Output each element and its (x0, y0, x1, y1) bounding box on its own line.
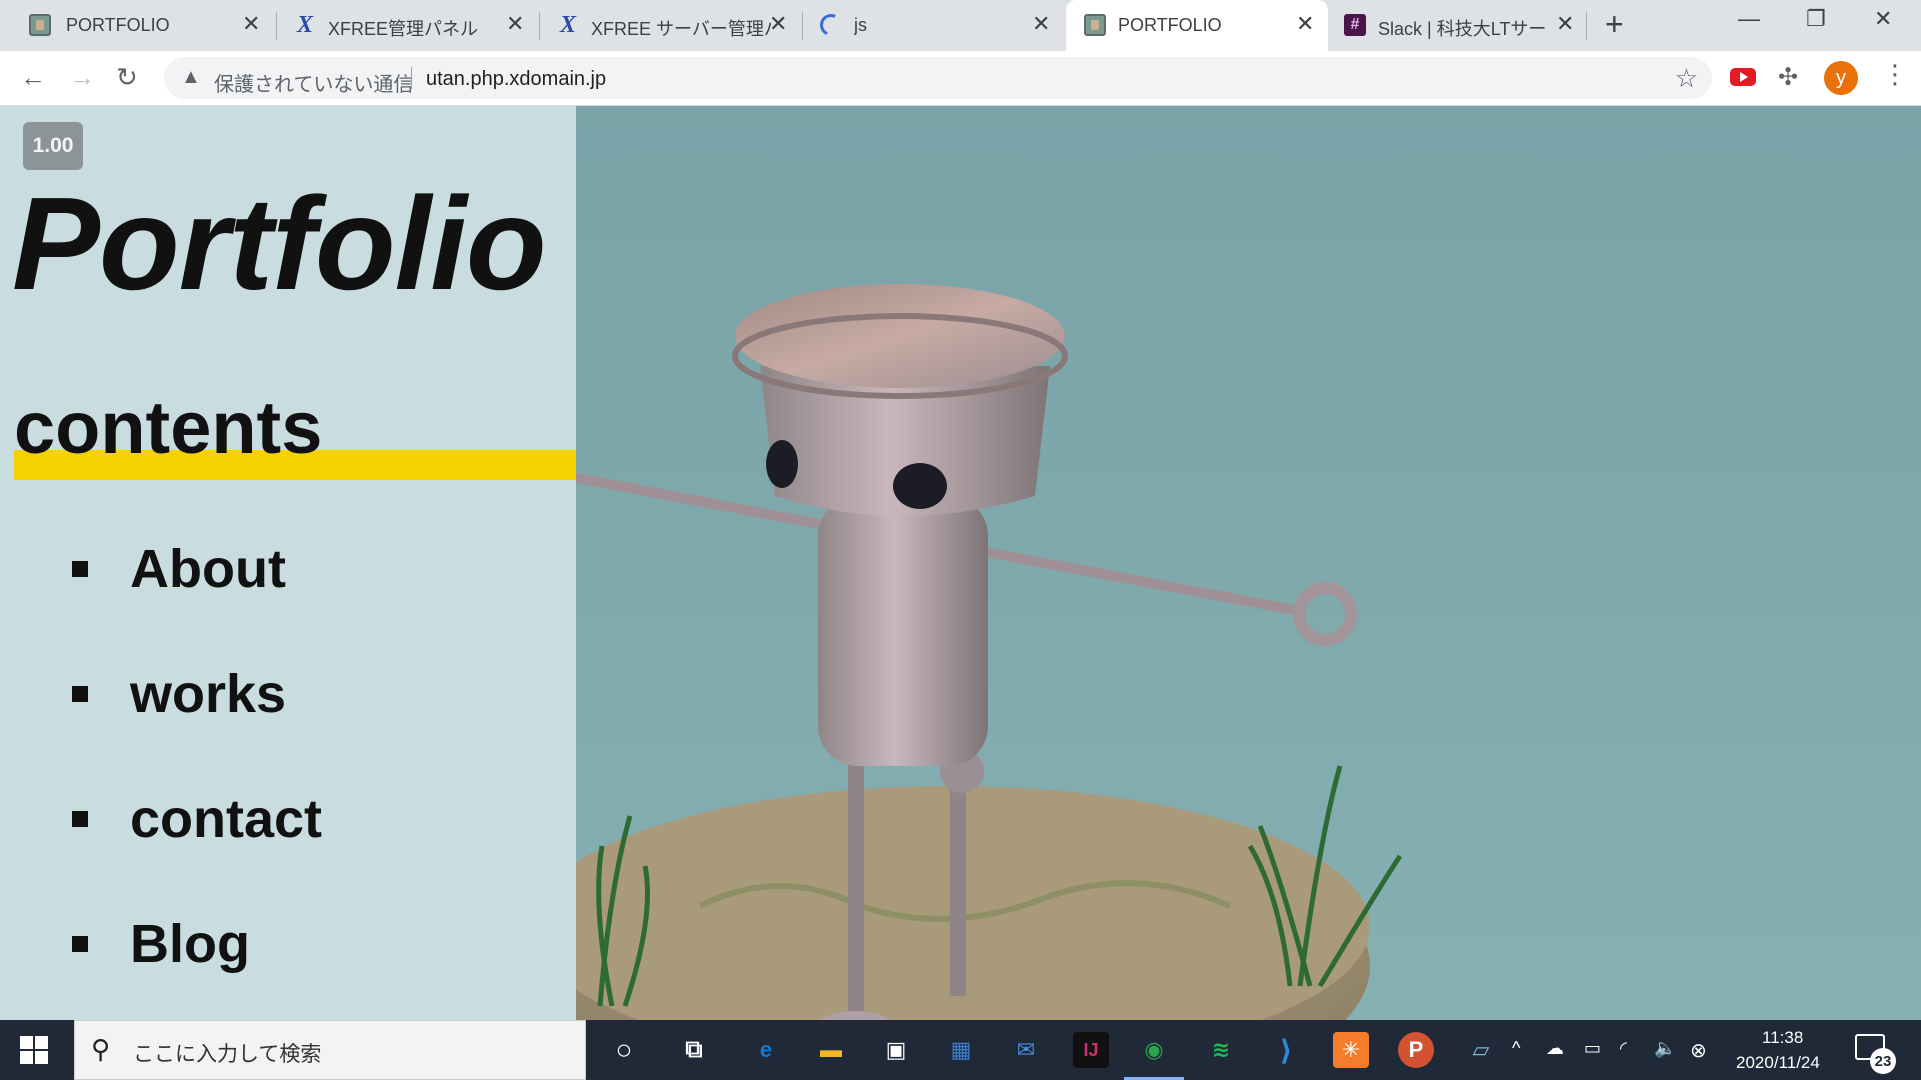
contents-nav-list: About works contact Blog (72, 506, 322, 1006)
volume-icon[interactable]: 🔈 (1654, 1038, 1676, 1059)
browser-tab-strip: PORTFOLIO ✕ X XFREE管理パネル ✕ X XFREE サーバー管… (0, 0, 1921, 51)
search-icon: ⚲ (91, 1034, 111, 1064)
forward-button[interactable]: → (69, 64, 95, 90)
wifi-icon[interactable]: ◜ (1620, 1038, 1627, 1059)
close-window-button[interactable]: ✕ (1874, 6, 1892, 32)
store-icon[interactable]: ▣ (878, 1032, 914, 1068)
tab-portfolio-active[interactable]: PORTFOLIO ✕ (1066, 0, 1328, 51)
windows-start-icon[interactable] (20, 1036, 48, 1064)
battery-icon[interactable]: ▭ (1584, 1038, 1601, 1059)
notepad-icon[interactable]: ▱ (1463, 1032, 1499, 1068)
tab-js[interactable]: js ✕ (802, 0, 1064, 51)
task-view-icon[interactable]: ⧉ (676, 1032, 712, 1068)
tab-close-icon[interactable]: ✕ (242, 13, 260, 35)
back-button[interactable]: ← (20, 64, 46, 90)
nav-item-about[interactable]: About (72, 506, 322, 631)
chrome-icon[interactable]: ◉ (1136, 1032, 1172, 1068)
tray-chevron-icon[interactable]: ^ (1512, 1038, 1520, 1059)
moon-favicon-icon (816, 10, 846, 40)
extensions-puzzle-icon[interactable]: ✣ (1778, 63, 1798, 92)
tab-close-icon[interactable]: ✕ (1296, 13, 1314, 35)
tab-close-icon[interactable]: ✕ (506, 13, 524, 35)
contents-heading: contents (14, 386, 323, 469)
xampp-icon[interactable]: ✳ (1333, 1032, 1369, 1068)
spotify-icon[interactable]: ≋ (1203, 1032, 1239, 1068)
restore-button[interactable]: ❐ (1806, 6, 1826, 32)
page-viewport: 1.00 Portfolio contents About works cont… (0, 106, 1921, 1020)
tab-slack[interactable]: # Slack | 科技大LTサーク ✕ (1330, 0, 1586, 51)
tab-title: PORTFOLIO (1118, 15, 1222, 35)
slack-favicon-icon: # (1344, 14, 1366, 36)
search-placeholder[interactable]: ここに入力して検索 (133, 1038, 321, 1068)
tab-title: js (854, 15, 867, 35)
portfolio-favicon-icon (29, 14, 51, 36)
tab-close-icon[interactable]: ✕ (1032, 13, 1050, 35)
url-text[interactable]: utan.php.xdomain.jp (426, 68, 606, 91)
portfolio-favicon-icon (1084, 14, 1106, 36)
bullet-square-icon (72, 935, 88, 952)
tab-title: Slack | 科技大LTサーク (1378, 19, 1546, 39)
xfree-favicon-icon: X (296, 11, 313, 38)
clock-time[interactable]: 11:38 (1762, 1028, 1803, 1048)
tab-separator (1586, 12, 1587, 40)
warning-icon[interactable]: ▲ (181, 66, 201, 89)
tab-close-icon[interactable]: ✕ (769, 13, 787, 35)
nav-label[interactable]: works (130, 663, 286, 725)
windows-taskbar: ⚲ ここに入力して検索 ○ ⧉ e ▬ ▣ ▦ ✉ IJ ◉ ≋ ⟩ ✳ P ▱… (0, 1020, 1921, 1080)
hero-3d-scene (511, 106, 1921, 1020)
file-explorer-icon[interactable]: ▬ (813, 1032, 849, 1068)
intellij-icon[interactable]: IJ (1073, 1032, 1109, 1068)
security-status[interactable]: 保護されていない通信 (214, 68, 413, 97)
taskbar-search-box[interactable]: ⚲ ここに入力して検索 (74, 1020, 586, 1080)
address-separator (411, 67, 412, 89)
nav-item-works[interactable]: works (72, 631, 322, 756)
browser-menu-icon[interactable]: ⋮ (1882, 61, 1908, 87)
minimize-button[interactable]: — (1738, 6, 1760, 32)
tab-close-icon[interactable]: ✕ (1556, 13, 1574, 35)
bullet-square-icon (72, 685, 88, 702)
clock-date[interactable]: 2020/11/24 (1736, 1053, 1820, 1073)
profile-avatar[interactable]: y (1824, 61, 1858, 95)
zoom-badge: 1.00 (23, 122, 83, 170)
tab-portfolio-1[interactable]: PORTFOLIO ✕ (0, 0, 270, 51)
mail-icon[interactable]: ✉ (1008, 1032, 1044, 1068)
bullet-square-icon (72, 810, 88, 827)
tab-title: XFREE管理パネル (328, 19, 479, 39)
left-navigation-panel: 1.00 Portfolio contents About works cont… (0, 106, 576, 1020)
tab-title: PORTFOLIO (66, 15, 170, 35)
tab-xfree-server[interactable]: X XFREE サーバー管理パネ ✕ (539, 0, 801, 51)
notification-count-badge: 23 (1870, 1048, 1896, 1074)
remote-desktop-icon[interactable]: ▦ (943, 1032, 979, 1068)
nav-label[interactable]: Blog (130, 913, 250, 975)
edge-icon[interactable]: e (748, 1032, 784, 1068)
tab-xfree-panel[interactable]: X XFREE管理パネル ✕ (276, 0, 538, 51)
site-title: Portfolio (12, 170, 547, 317)
nav-item-blog[interactable]: Blog (72, 881, 322, 1006)
new-tab-button[interactable]: + (1605, 8, 1624, 40)
nav-label[interactable]: About (130, 538, 286, 600)
nav-label[interactable]: contact (130, 788, 322, 850)
tab-title: XFREE サーバー管理パネ (591, 19, 771, 39)
vscode-icon[interactable]: ⟩ (1268, 1032, 1304, 1068)
onedrive-icon[interactable]: ☁ (1546, 1038, 1564, 1059)
bookmark-star-icon[interactable]: ☆ (1675, 63, 1698, 94)
blocked-status-icon[interactable]: ⊗ (1690, 1038, 1707, 1063)
youtube-extension-icon[interactable] (1730, 68, 1756, 86)
browser-toolbar: ← → ↻ ▲ 保護されていない通信 utan.php.xdomain.jp ☆… (0, 51, 1921, 106)
address-bar[interactable]: ▲ 保護されていない通信 utan.php.xdomain.jp ☆ (164, 57, 1712, 99)
powerpoint-icon[interactable]: P (1398, 1032, 1434, 1068)
reload-button[interactable]: ↻ (116, 64, 138, 90)
nav-item-contact[interactable]: contact (72, 756, 322, 881)
bullet-square-icon (72, 560, 88, 577)
cortana-icon[interactable]: ○ (606, 1032, 642, 1068)
xfree-favicon-icon: X (559, 11, 576, 38)
